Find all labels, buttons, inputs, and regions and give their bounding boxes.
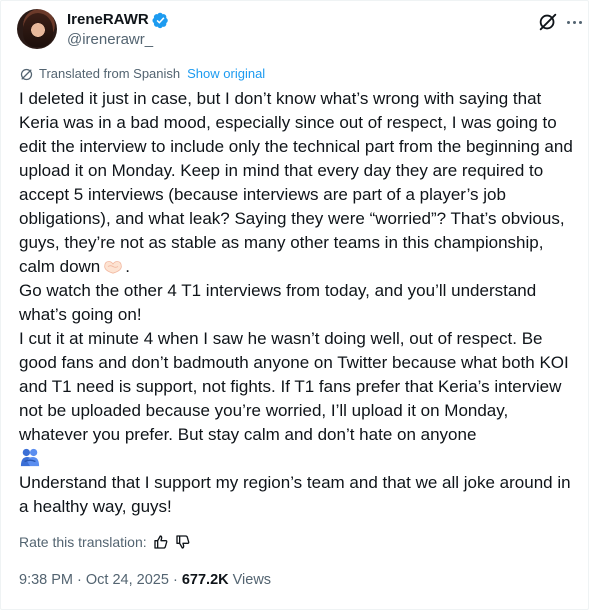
- avatar-image: [23, 13, 53, 47]
- translate-icon: [20, 68, 33, 80]
- post-paragraph-4: Understand that I support my region’s te…: [19, 473, 571, 516]
- author-name-row: IreneRAWR: [67, 10, 169, 30]
- post-card: IreneRAWR @irenerawr_ Translated from Sp…: [0, 0, 589, 610]
- more-options-icon[interactable]: [563, 11, 585, 33]
- post-paragraph-1-text: I deleted it just in case, but I don’t k…: [19, 89, 573, 276]
- post-date: Oct 24, 2025: [85, 572, 169, 588]
- verified-badge-icon: [152, 12, 168, 28]
- handshake-heart-emoji: [104, 261, 123, 274]
- rate-translation-label: Rate this translation:: [19, 534, 147, 550]
- grok-icon[interactable]: [537, 11, 559, 33]
- post-time: 9:38 PM: [19, 572, 73, 588]
- rate-translation: Rate this translation:: [19, 533, 191, 551]
- post-meta: 9:38 PM · Oct 24, 2025 · 677.2K Views: [19, 570, 271, 590]
- translated-from-label: Translated from Spanish: [39, 66, 181, 81]
- post-text: I deleted it just in case, but I don’t k…: [19, 87, 579, 519]
- post-paragraph-3-text: I cut it at minute 4 when I saw he wasn’…: [19, 329, 569, 444]
- show-original-link[interactable]: Show original: [187, 65, 265, 83]
- author-handle[interactable]: @irenerawr_: [67, 30, 153, 50]
- translation-notice: Translated from Spanish Show original: [19, 65, 265, 83]
- post-paragraph-1-end: .: [125, 257, 130, 276]
- author-display-name[interactable]: IreneRAWR: [67, 10, 149, 30]
- thumbs-down-icon[interactable]: [175, 534, 191, 550]
- post-header: IreneRAWR @irenerawr_: [17, 9, 582, 53]
- post-paragraph-1: I deleted it just in case, but I don’t k…: [19, 87, 579, 279]
- author-avatar[interactable]: [17, 9, 57, 49]
- meta-separator-2: ·: [172, 572, 178, 588]
- post-paragraph-3: I cut it at minute 4 when I saw he wasn’…: [19, 327, 579, 471]
- views-label: Views: [232, 572, 272, 588]
- post-paragraph-2: Go watch the other 4 T1 interviews from …: [19, 281, 537, 324]
- people-hugging-emoji: [20, 448, 40, 467]
- meta-separator: ·: [77, 572, 82, 588]
- post-timestamp[interactable]: 9:38 PM · Oct 24, 2025: [19, 572, 169, 588]
- views-count: 677.2K: [181, 572, 229, 588]
- thumbs-up-icon[interactable]: [153, 534, 169, 550]
